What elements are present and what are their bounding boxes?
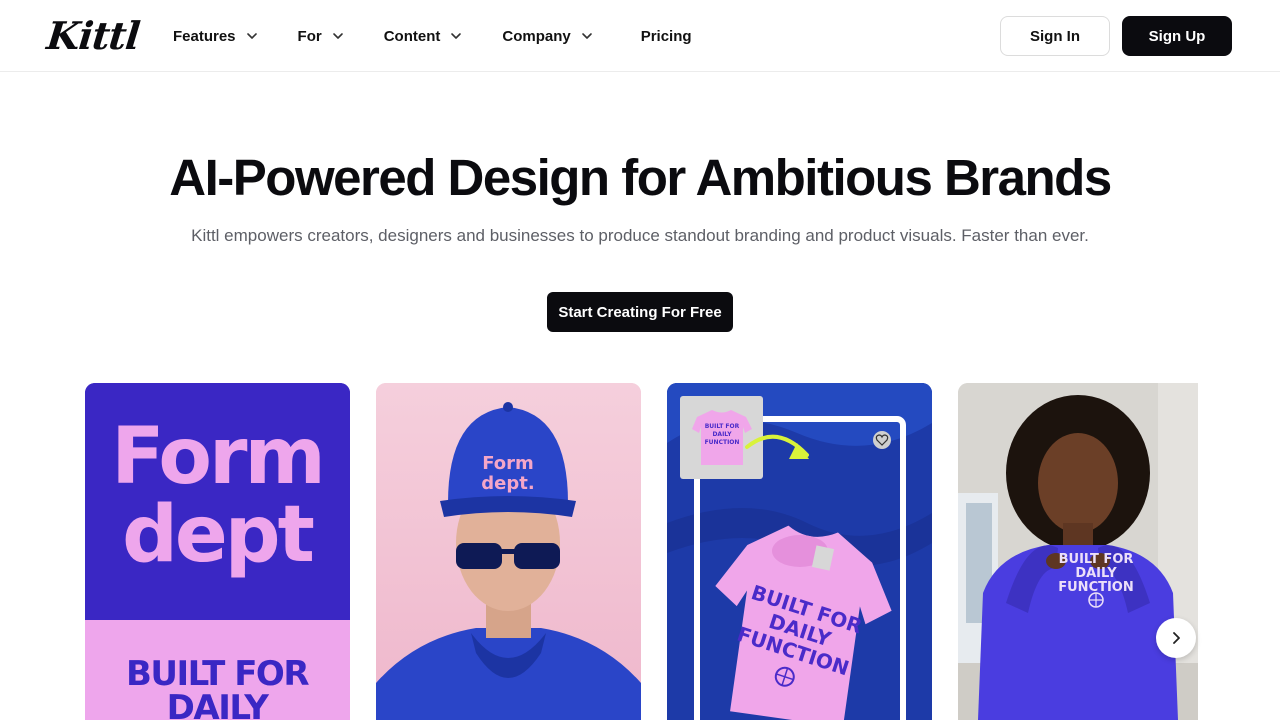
chevron-down-icon bbox=[246, 33, 257, 39]
kittl-logo[interactable]: Kittl bbox=[45, 13, 142, 58]
chevron-right-icon bbox=[1173, 632, 1180, 644]
cap-model-photo: Form dept. bbox=[376, 383, 641, 720]
sweatshirt-text-line2: DAILY bbox=[1075, 566, 1117, 581]
nav-item-pricing[interactable]: Pricing bbox=[641, 0, 692, 72]
svg-text:BUILT FOR: BUILT FOR bbox=[705, 423, 740, 430]
main-nav: Features For Content Company Pricing bbox=[173, 0, 692, 72]
nav-label: Content bbox=[383, 27, 441, 45]
cap-logo-line1: Form bbox=[482, 453, 534, 474]
gallery-card-cap-model[interactable]: Form dept. bbox=[376, 383, 641, 720]
chevron-down-icon bbox=[451, 33, 462, 39]
gallery-card-tshirt-mockup[interactable]: BUILT FOR DAILY FUNCTION BUILT FOR DAILY… bbox=[667, 383, 932, 720]
sign-up-button[interactable]: Sign Up bbox=[1122, 16, 1232, 56]
chevron-down-icon bbox=[581, 33, 592, 39]
svg-text:DAILY: DAILY bbox=[712, 431, 732, 438]
chevron-down-icon bbox=[332, 33, 343, 39]
logo-text-line2: dept bbox=[122, 490, 314, 580]
top-navigation: Kittl Features For Content Company Prici… bbox=[0, 0, 1280, 72]
nav-item-features[interactable]: Features bbox=[173, 0, 258, 72]
tshirt-mockup-photo: BUILT FOR DAILY FUNCTION BUILT FOR DAILY… bbox=[667, 383, 932, 720]
sweatshirt-model-photo: BUILT FOR DAILY FUNCTION bbox=[958, 383, 1198, 720]
brand-logo-artwork: Form dept BUILT FOR DAILY bbox=[85, 383, 350, 720]
cap-logo-line2: dept. bbox=[481, 473, 534, 494]
hero-title: AI-Powered Design for Ambitious Brands bbox=[169, 149, 1112, 206]
nav-item-for[interactable]: For bbox=[298, 0, 344, 72]
nav-label: Pricing bbox=[640, 27, 692, 45]
nav-label: For bbox=[297, 27, 322, 45]
nav-label: Features bbox=[173, 27, 236, 45]
hero-subtitle: Kittl empowers creators, designers and b… bbox=[191, 226, 1089, 245]
logo-text-line1: Form bbox=[111, 412, 322, 502]
svg-text:FUNCTION: FUNCTION bbox=[705, 439, 740, 446]
sign-in-button[interactable]: Sign In bbox=[1000, 16, 1110, 56]
nav-label: Company bbox=[502, 27, 571, 45]
gallery-card-brand-logo[interactable]: Form dept BUILT FOR DAILY bbox=[85, 383, 350, 720]
nav-item-content[interactable]: Content bbox=[384, 0, 463, 72]
sweatshirt-text-line1: BUILT FOR bbox=[1059, 552, 1134, 567]
nav-item-company[interactable]: Company bbox=[502, 0, 592, 72]
tagline-line2: DAILY bbox=[167, 688, 270, 720]
gallery-card-sweatshirt-model[interactable]: BUILT FOR DAILY FUNCTION bbox=[958, 383, 1198, 720]
start-creating-button[interactable]: Start Creating For Free bbox=[547, 292, 733, 332]
carousel-next-button[interactable] bbox=[1156, 618, 1196, 658]
